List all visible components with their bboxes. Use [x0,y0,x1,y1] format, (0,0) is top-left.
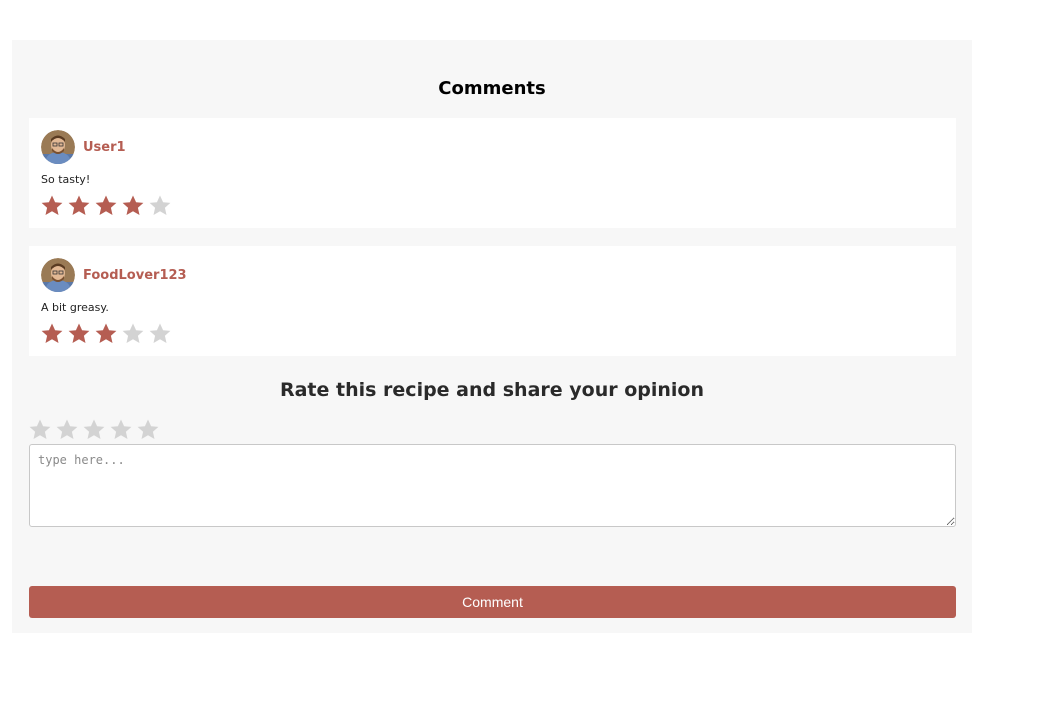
star-filled-icon [67,322,91,346]
star-filled-icon [67,194,91,218]
comment-username: User1 [83,140,126,155]
comment-text: A bit greasy. [41,301,109,314]
comment-card: User1 So tasty! [29,118,956,228]
user-avatar [41,258,75,292]
star-empty-icon[interactable] [109,418,133,442]
star-empty-icon [148,322,172,346]
star-empty-icon [148,194,172,218]
user-avatar [41,130,75,164]
comment-card: FoodLover123 A bit greasy. [29,246,956,356]
comment-username: FoodLover123 [83,268,187,283]
comment-textarea[interactable] [29,444,956,527]
star-empty-icon[interactable] [55,418,79,442]
star-empty-icon [121,322,145,346]
comment-rating [40,194,172,218]
comments-panel: Comments User1 So tasty! FoodLover123 A … [12,40,972,633]
star-filled-icon [121,194,145,218]
star-filled-icon [40,322,64,346]
comment-submit-button[interactable]: Comment [29,586,956,618]
rating-input[interactable] [28,418,160,442]
star-empty-icon[interactable] [28,418,52,442]
star-filled-icon [40,194,64,218]
rate-recipe-title: Rate this recipe and share your opinion [279,379,705,401]
star-empty-icon[interactable] [136,418,160,442]
star-filled-icon [94,194,118,218]
comments-title: Comments [438,78,546,99]
comment-text: So tasty! [41,173,91,186]
comment-rating [40,322,172,346]
star-empty-icon[interactable] [82,418,106,442]
star-filled-icon [94,322,118,346]
